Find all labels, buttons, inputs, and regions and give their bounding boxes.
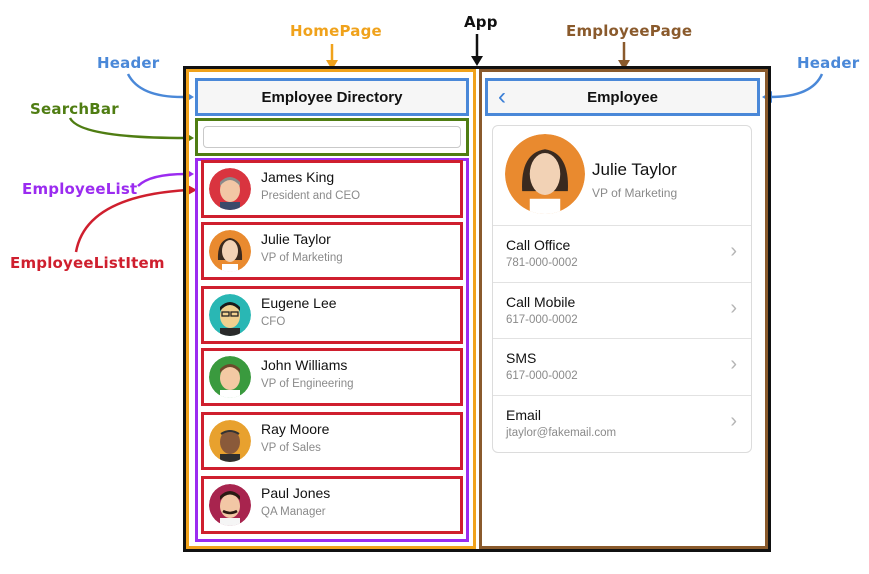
avatar	[209, 356, 251, 398]
employee-name: James King	[261, 169, 335, 185]
avatar	[209, 230, 251, 272]
action-row-call-office[interactable]: Call Office 781-000-0002 ›	[493, 225, 751, 282]
action-label: Call Office	[506, 237, 571, 253]
employee-title: VP of Marketing	[261, 252, 343, 264]
chevron-right-icon: ›	[730, 410, 737, 432]
employee-title: QA Manager	[261, 506, 326, 518]
avatar	[209, 484, 251, 526]
employee-name: Ray Moore	[261, 421, 330, 437]
search-bar	[195, 118, 469, 156]
header-right-arrow	[769, 73, 824, 99]
profile-title: VP of Marketing	[592, 186, 678, 200]
employee-list-item[interactable]: Paul Jones QA Manager	[201, 476, 463, 534]
action-label: SMS	[506, 350, 537, 366]
home-header-title: Employee Directory	[261, 88, 403, 106]
action-row-email[interactable]: Email jtaylor@fakemail.com ›	[493, 395, 751, 452]
action-value: 617-000-0002	[506, 370, 578, 382]
action-value: 617-000-0002	[506, 314, 578, 326]
employee-name: Julie Taylor	[261, 231, 331, 247]
action-row-sms[interactable]: SMS 617-000-0002 ›	[493, 338, 751, 395]
home-header: Employee Directory	[195, 78, 469, 116]
employee-title: VP of Sales	[261, 442, 321, 454]
chevron-right-icon: ›	[730, 297, 737, 319]
searchbar-label: SearchBar	[30, 100, 119, 118]
employeelistitem-arrow	[74, 188, 189, 253]
employeepage-label: EmployeePage	[566, 22, 693, 40]
chevron-right-icon: ›	[730, 240, 737, 262]
employee-name: Eugene Lee	[261, 295, 337, 311]
header-left-label: Header	[97, 54, 160, 72]
chevron-right-icon: ›	[730, 353, 737, 375]
homepage-label: HomePage	[290, 22, 382, 40]
action-row-call-mobile[interactable]: Call Mobile 617-000-0002 ›	[493, 282, 751, 339]
employee-header-title: Employee	[587, 88, 658, 106]
employee-list-item[interactable]: Eugene Lee CFO	[201, 286, 463, 344]
action-value: 781-000-0002	[506, 257, 578, 269]
profile-name: Julie Taylor	[592, 160, 677, 179]
profile-avatar	[505, 134, 585, 214]
action-label: Email	[506, 407, 542, 423]
employee-title: VP of Engineering	[261, 378, 354, 390]
employee-title: CFO	[261, 316, 286, 328]
employeelist-arrow	[137, 172, 187, 187]
employeelistitem-label: EmployeeListItem	[10, 254, 165, 272]
employee-name: Paul Jones	[261, 485, 331, 501]
action-value: jtaylor@fakemail.com	[506, 427, 617, 439]
employee-list-item[interactable]: James King President and CEO	[201, 160, 463, 218]
app-label: App	[464, 13, 498, 31]
avatar	[209, 168, 251, 210]
action-label: Call Mobile	[506, 294, 576, 310]
employee-name: John Williams	[261, 357, 348, 373]
header-right-label: Header	[797, 54, 860, 72]
avatar	[209, 420, 251, 462]
employee-header: ‹ Employee	[485, 78, 760, 116]
employee-list-item[interactable]: Ray Moore VP of Sales	[201, 412, 463, 470]
employee-list-item[interactable]: Julie Taylor VP of Marketing	[201, 222, 463, 280]
avatar	[209, 294, 251, 336]
searchbar-arrow	[68, 117, 187, 140]
employee-title: President and CEO	[261, 190, 361, 202]
employee-list-item[interactable]: John Williams VP of Engineering	[201, 348, 463, 406]
chevron-left-icon[interactable]: ‹	[498, 85, 506, 109]
search-input[interactable]	[203, 126, 461, 148]
employeelist-label: EmployeeList	[22, 180, 138, 198]
header-left-arrow	[126, 73, 187, 99]
